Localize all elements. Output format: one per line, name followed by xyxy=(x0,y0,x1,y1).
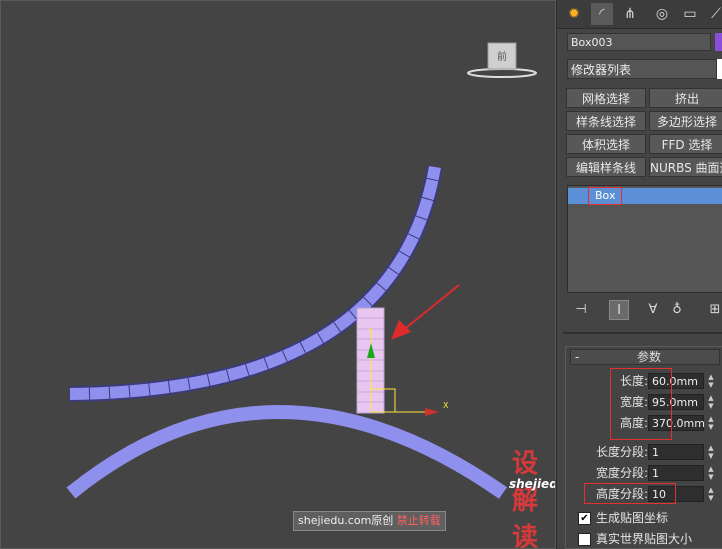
checkbox-label: 真实世界贴图大小 xyxy=(596,532,693,546)
width-segs-input[interactable]: 1 xyxy=(648,465,704,481)
param-row-width-segs: 宽度分段: 1 ▲ ▼ xyxy=(566,464,722,482)
arc-object-lower xyxy=(66,405,508,499)
checkbox-box xyxy=(578,533,591,546)
annotation-arrow xyxy=(391,284,460,340)
viewcube-face-label: 前 xyxy=(497,50,507,63)
modifier-list-dropdown[interactable]: 修改器列表 xyxy=(567,59,717,79)
param-label: 宽度: xyxy=(619,395,648,409)
param-row-height-segs: 高度分段: 10 ▲ ▼ xyxy=(566,485,722,503)
make-unique-icon[interactable]: ∀ xyxy=(643,300,663,320)
watermark: shejiedu.com原创 禁止转载 xyxy=(293,511,446,531)
spline-select-button[interactable]: 样条线选择 xyxy=(566,111,646,131)
param-label: 高度分段: xyxy=(595,487,648,501)
modify-icon[interactable]: ◜ xyxy=(591,3,613,25)
checkbox-label: 生成贴图坐标 xyxy=(596,511,669,525)
viewcube[interactable]: 前 xyxy=(467,39,537,79)
command-panel-tabs: ✹ ◜ ⋔ ◎ ▭ ⟋ xyxy=(557,0,722,29)
length-input[interactable]: 60.0mm xyxy=(648,373,704,389)
height-input[interactable]: 370.0mm xyxy=(648,415,705,431)
vol-select-button[interactable]: 体积选择 xyxy=(566,134,646,154)
nurbs-surface-select-button[interactable]: NURBS 曲面选择 xyxy=(649,157,722,177)
width-segs-spinner[interactable]: ▲ ▼ xyxy=(706,465,716,481)
extrude-button[interactable]: 挤出 xyxy=(649,88,722,108)
modifier-list-end xyxy=(717,59,722,79)
gen-mapping-coords-checkbox[interactable]: ✔ 生成贴图坐标 xyxy=(578,509,722,527)
stack-item-box[interactable]: Box xyxy=(568,187,722,205)
edit-spline-button[interactable]: 编辑样条线 xyxy=(566,157,646,177)
modifier-stack[interactable]: Box xyxy=(567,185,722,293)
param-label: 长度分段: xyxy=(595,445,648,459)
rollout-header[interactable]: - 参数 xyxy=(570,349,720,365)
gizmo-y-label: Y xyxy=(367,327,373,336)
stack-item-label: Box xyxy=(588,187,623,205)
command-panel: ✹ ◜ ⋔ ◎ ▭ ⟋ Box003 修改器列表 网格选择 挤出 样条线选择 多… xyxy=(556,0,722,549)
mesh-select-button[interactable]: 网格选择 xyxy=(566,88,646,108)
panel-separator xyxy=(563,332,722,334)
param-row-height: 高度: 370.0mm ▲ ▼ xyxy=(566,414,722,432)
width-input[interactable]: 95.0mm xyxy=(648,394,704,410)
rollout-title: 参数 xyxy=(637,350,662,364)
create-icon[interactable]: ✹ xyxy=(563,3,585,25)
site-logo-url: shejiedu.com xyxy=(509,477,555,491)
real-world-map-size-checkbox[interactable]: 真实世界贴图大小 xyxy=(578,530,722,548)
length-segs-input[interactable]: 1 xyxy=(648,444,704,460)
poly-select-button[interactable]: 多边形选择 xyxy=(649,111,722,131)
param-label: 宽度分段: xyxy=(595,466,648,480)
param-row-length: 长度: 60.0mm ▲ ▼ xyxy=(566,372,722,390)
length-segs-spinner[interactable]: ▲ ▼ xyxy=(706,444,716,460)
pin-stack-icon[interactable]: ⊣ xyxy=(571,300,591,320)
ffd-select-button[interactable]: FFD 选择 xyxy=(649,134,722,154)
object-name-field[interactable]: Box003 xyxy=(567,33,711,51)
display-icon[interactable]: ▭ xyxy=(679,3,701,25)
hierarchy-icon[interactable]: ⋔ xyxy=(619,3,641,25)
utilities-icon[interactable]: ⟋ xyxy=(705,3,722,25)
height-spinner[interactable]: ▲ ▼ xyxy=(706,415,716,431)
checkbox-box: ✔ xyxy=(578,512,591,525)
width-spinner[interactable]: ▲ ▼ xyxy=(706,394,716,410)
height-segs-input[interactable]: 10 xyxy=(648,486,704,502)
site-logo: 设解读 xyxy=(512,449,539,549)
show-end-result-icon[interactable]: Ⅰ xyxy=(609,300,629,320)
param-row-length-segs: 长度分段: 1 ▲ ▼ xyxy=(566,443,722,461)
watermark-original: 原创 xyxy=(371,514,394,527)
perspective-viewport[interactable]: X Y 前 设解读 shejiedu.com shejiedu.com原创 禁止… xyxy=(0,0,556,549)
param-label: 高度: xyxy=(619,416,648,430)
param-row-width: 宽度: 95.0mm ▲ ▼ xyxy=(566,393,722,411)
watermark-forbid: 禁止转载 xyxy=(396,514,441,527)
stack-toolbar: ⊣ Ⅰ ∀ ♁ ⊞ xyxy=(567,298,722,322)
remove-modifier-icon[interactable]: ♁ xyxy=(667,300,687,320)
object-color-swatch[interactable] xyxy=(715,33,722,51)
length-spinner[interactable]: ▲ ▼ xyxy=(706,373,716,389)
height-segs-spinner[interactable]: ▲ ▼ xyxy=(706,486,716,502)
watermark-site: shejiedu.com xyxy=(298,514,372,527)
param-label: 长度: xyxy=(619,374,648,388)
motion-icon[interactable]: ◎ xyxy=(651,3,673,25)
parameters-rollout: - 参数 长度: 60.0mm ▲ ▼ 宽度: 95.0mm ▲ ▼ 高度: 370… xyxy=(565,346,722,549)
scene-canvas[interactable]: X Y xyxy=(1,1,556,549)
gizmo-x-label: X xyxy=(443,401,449,410)
configure-sets-icon[interactable]: ⊞ xyxy=(705,300,722,320)
rollout-toggle: - xyxy=(575,350,580,364)
